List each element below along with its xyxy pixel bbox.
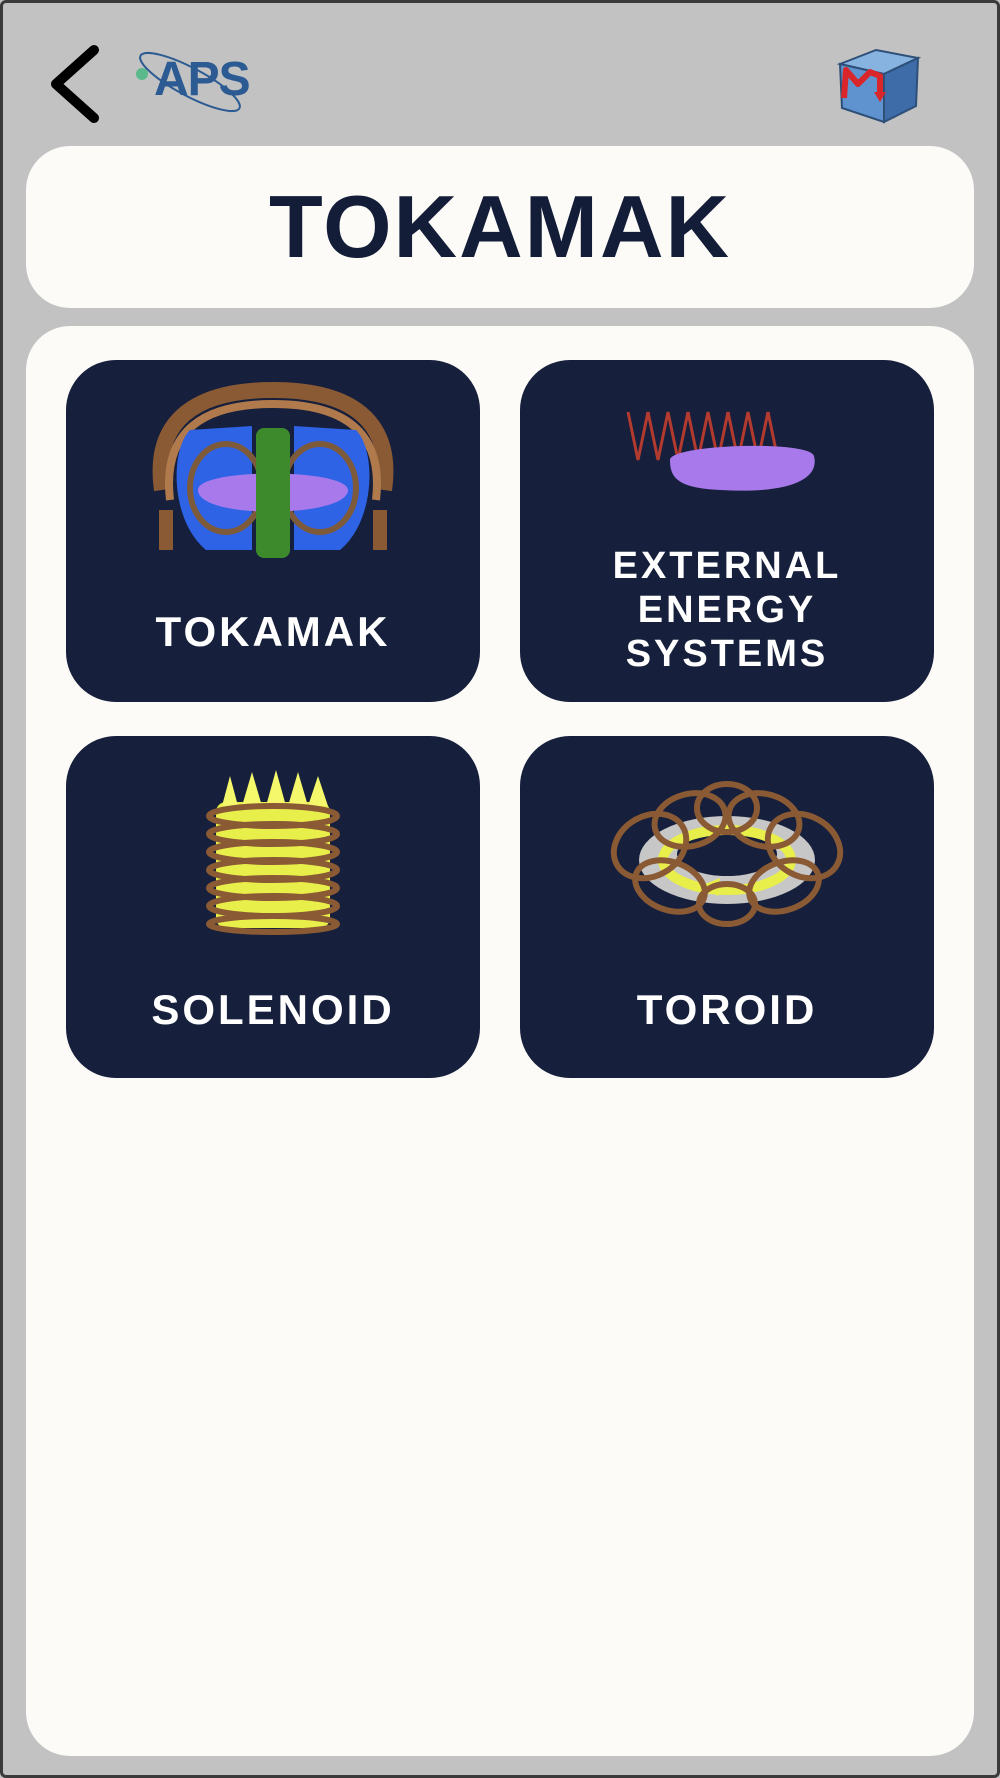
tile-label: SOLENOID bbox=[151, 986, 395, 1033]
solenoid-icon bbox=[206, 770, 340, 935]
tile-label: EXTERNAL ENERGY SYSTEMS bbox=[520, 544, 934, 676]
tokamak-icon bbox=[152, 381, 394, 558]
tile-label: TOKAMAK bbox=[155, 608, 391, 655]
tile-label-line: EXTERNAL bbox=[612, 545, 842, 587]
back-button[interactable] bbox=[46, 44, 110, 124]
aps-logo: APS bbox=[132, 46, 252, 126]
page-title: TOKAMAK bbox=[268, 177, 732, 276]
title-card: TOKAMAK bbox=[26, 146, 974, 308]
toroid-icon bbox=[610, 781, 844, 927]
external-energy-icon bbox=[626, 411, 815, 491]
top-bar: APS bbox=[0, 0, 1000, 140]
magnetism-cube-icon bbox=[836, 48, 922, 124]
tile-external-energy-systems[interactable]: EXTERNAL ENERGY SYSTEMS bbox=[520, 360, 934, 702]
magnetism-cube-button[interactable] bbox=[836, 46, 922, 126]
tile-label-line: SYSTEMS bbox=[625, 633, 829, 675]
logo-text: APS bbox=[154, 53, 251, 106]
chevron-left-icon bbox=[51, 45, 99, 123]
tile-toroid[interactable]: TOROID bbox=[520, 736, 934, 1078]
tile-tokamak[interactable]: TOKAMAK bbox=[66, 360, 480, 702]
tile-solenoid[interactable]: SOLENOID bbox=[66, 736, 480, 1078]
tile-label-line: ENERGY bbox=[637, 589, 817, 631]
tile-label: TOROID bbox=[636, 986, 818, 1033]
